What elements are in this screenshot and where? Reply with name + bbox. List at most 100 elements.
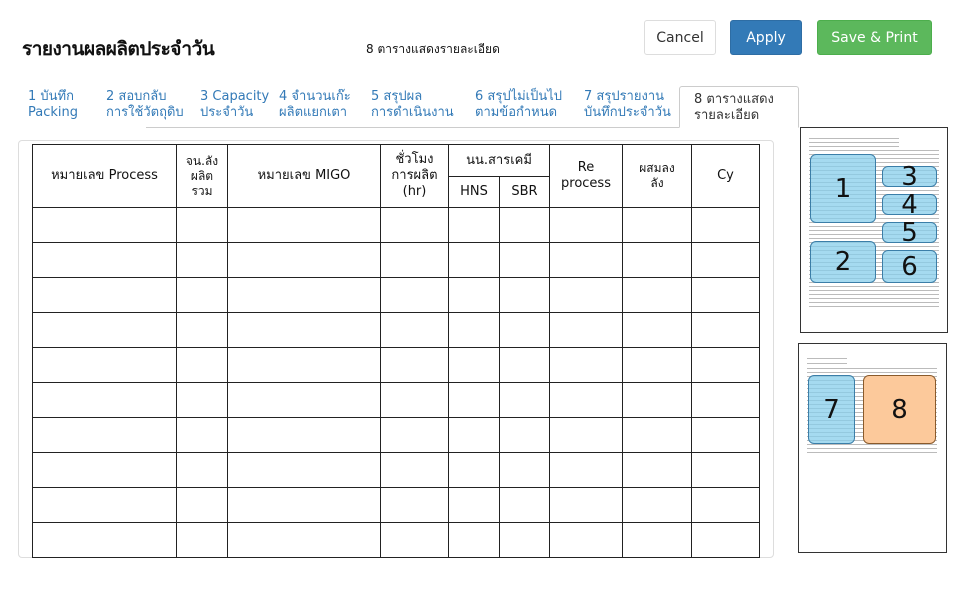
table-cell[interactable]	[176, 207, 228, 243]
table-cell[interactable]	[32, 522, 177, 558]
table-cell[interactable]	[32, 312, 177, 348]
table-cell[interactable]	[549, 207, 623, 243]
form-region-1[interactable]: 1	[810, 154, 876, 223]
table-cell[interactable]	[549, 347, 623, 383]
table-cell[interactable]	[227, 277, 381, 313]
tab-8-detail-table[interactable]: 8 ตารางแสดง รายละเอียด	[679, 86, 799, 128]
table-cell[interactable]	[499, 417, 550, 453]
table-cell[interactable]	[176, 242, 228, 278]
save-print-button[interactable]: Save & Print	[817, 20, 932, 55]
table-cell[interactable]	[32, 417, 177, 453]
tab-5-summary[interactable]: 5 สรุปผล การดำเนินงาน	[371, 89, 454, 121]
table-cell[interactable]	[622, 312, 692, 348]
table-cell[interactable]	[32, 277, 177, 313]
table-cell[interactable]	[380, 207, 449, 243]
table-cell[interactable]	[691, 242, 760, 278]
table-cell[interactable]	[499, 347, 550, 383]
table-cell[interactable]	[499, 277, 550, 313]
table-cell[interactable]	[448, 382, 500, 418]
table-cell[interactable]	[499, 207, 550, 243]
table-cell[interactable]	[549, 487, 623, 523]
table-cell[interactable]	[227, 417, 381, 453]
form-region-6[interactable]: 6	[882, 250, 937, 283]
table-cell[interactable]	[499, 242, 550, 278]
table-cell[interactable]	[691, 312, 760, 348]
table-cell[interactable]	[32, 242, 177, 278]
table-cell[interactable]	[622, 522, 692, 558]
tab-1-packing[interactable]: 1 บันทึก Packing	[28, 89, 78, 121]
form-page-1-thumbnail[interactable]: 1 2 3456	[800, 127, 948, 333]
table-cell[interactable]	[380, 277, 449, 313]
table-cell[interactable]	[691, 347, 760, 383]
table-cell[interactable]	[32, 382, 177, 418]
table-cell[interactable]	[622, 242, 692, 278]
table-cell[interactable]	[691, 487, 760, 523]
table-cell[interactable]	[622, 382, 692, 418]
table-cell[interactable]	[448, 522, 500, 558]
table-cell[interactable]	[499, 382, 550, 418]
table-cell[interactable]	[176, 277, 228, 313]
table-cell[interactable]	[499, 487, 550, 523]
table-cell[interactable]	[380, 382, 449, 418]
table-cell[interactable]	[380, 487, 449, 523]
table-cell[interactable]	[176, 522, 228, 558]
table-cell[interactable]	[622, 452, 692, 488]
tab-3-capacity[interactable]: 3 Capacity ประจำวัน	[200, 89, 269, 121]
table-cell[interactable]	[227, 522, 381, 558]
table-cell[interactable]	[622, 487, 692, 523]
table-cell[interactable]	[549, 522, 623, 558]
apply-button[interactable]: Apply	[730, 20, 802, 55]
table-cell[interactable]	[691, 522, 760, 558]
table-cell[interactable]	[448, 452, 500, 488]
table-cell[interactable]	[32, 452, 177, 488]
table-cell[interactable]	[32, 347, 177, 383]
table-cell[interactable]	[448, 242, 500, 278]
table-cell[interactable]	[448, 417, 500, 453]
table-cell[interactable]	[227, 382, 381, 418]
table-cell[interactable]	[32, 207, 177, 243]
table-cell[interactable]	[549, 452, 623, 488]
tab-4-oven-count[interactable]: 4 จำนวนเก๊ะ ผลิตแยกเตา	[279, 89, 351, 121]
form-region-8[interactable]: 8	[863, 375, 936, 444]
table-cell[interactable]	[549, 417, 623, 453]
table-cell[interactable]	[549, 242, 623, 278]
form-region-3[interactable]: 3	[882, 162, 937, 192]
table-cell[interactable]	[176, 452, 228, 488]
table-cell[interactable]	[227, 207, 381, 243]
table-cell[interactable]	[622, 347, 692, 383]
table-cell[interactable]	[380, 312, 449, 348]
table-cell[interactable]	[227, 452, 381, 488]
table-cell[interactable]	[380, 347, 449, 383]
table-cell[interactable]	[32, 487, 177, 523]
table-cell[interactable]	[227, 347, 381, 383]
table-cell[interactable]	[691, 452, 760, 488]
form-page-2-thumbnail[interactable]: 78	[798, 343, 947, 553]
table-cell[interactable]	[227, 312, 381, 348]
table-cell[interactable]	[380, 417, 449, 453]
table-cell[interactable]	[549, 312, 623, 348]
form-region-2[interactable]: 2	[810, 241, 876, 283]
table-cell[interactable]	[622, 207, 692, 243]
table-cell[interactable]	[176, 347, 228, 383]
table-cell[interactable]	[380, 452, 449, 488]
table-cell[interactable]	[691, 417, 760, 453]
table-cell[interactable]	[622, 417, 692, 453]
cancel-button[interactable]: Cancel	[644, 20, 716, 55]
table-cell[interactable]	[176, 417, 228, 453]
tab-2-material-trace[interactable]: 2 สอบกลับ การใช้วัตถุดิบ	[106, 89, 184, 121]
table-cell[interactable]	[380, 522, 449, 558]
form-region-4[interactable]: 4	[882, 190, 937, 220]
table-cell[interactable]	[691, 207, 760, 243]
table-cell[interactable]	[227, 242, 381, 278]
table-cell[interactable]	[691, 382, 760, 418]
tab-6-nonconformance[interactable]: 6 สรุปไม่เป็นไป ตามข้อกำหนด	[475, 89, 562, 121]
table-cell[interactable]	[176, 487, 228, 523]
table-cell[interactable]	[448, 312, 500, 348]
table-cell[interactable]	[622, 277, 692, 313]
table-cell[interactable]	[549, 382, 623, 418]
table-cell[interactable]	[499, 452, 550, 488]
table-cell[interactable]	[448, 347, 500, 383]
table-cell[interactable]	[691, 277, 760, 313]
table-cell[interactable]	[176, 382, 228, 418]
table-cell[interactable]	[176, 312, 228, 348]
